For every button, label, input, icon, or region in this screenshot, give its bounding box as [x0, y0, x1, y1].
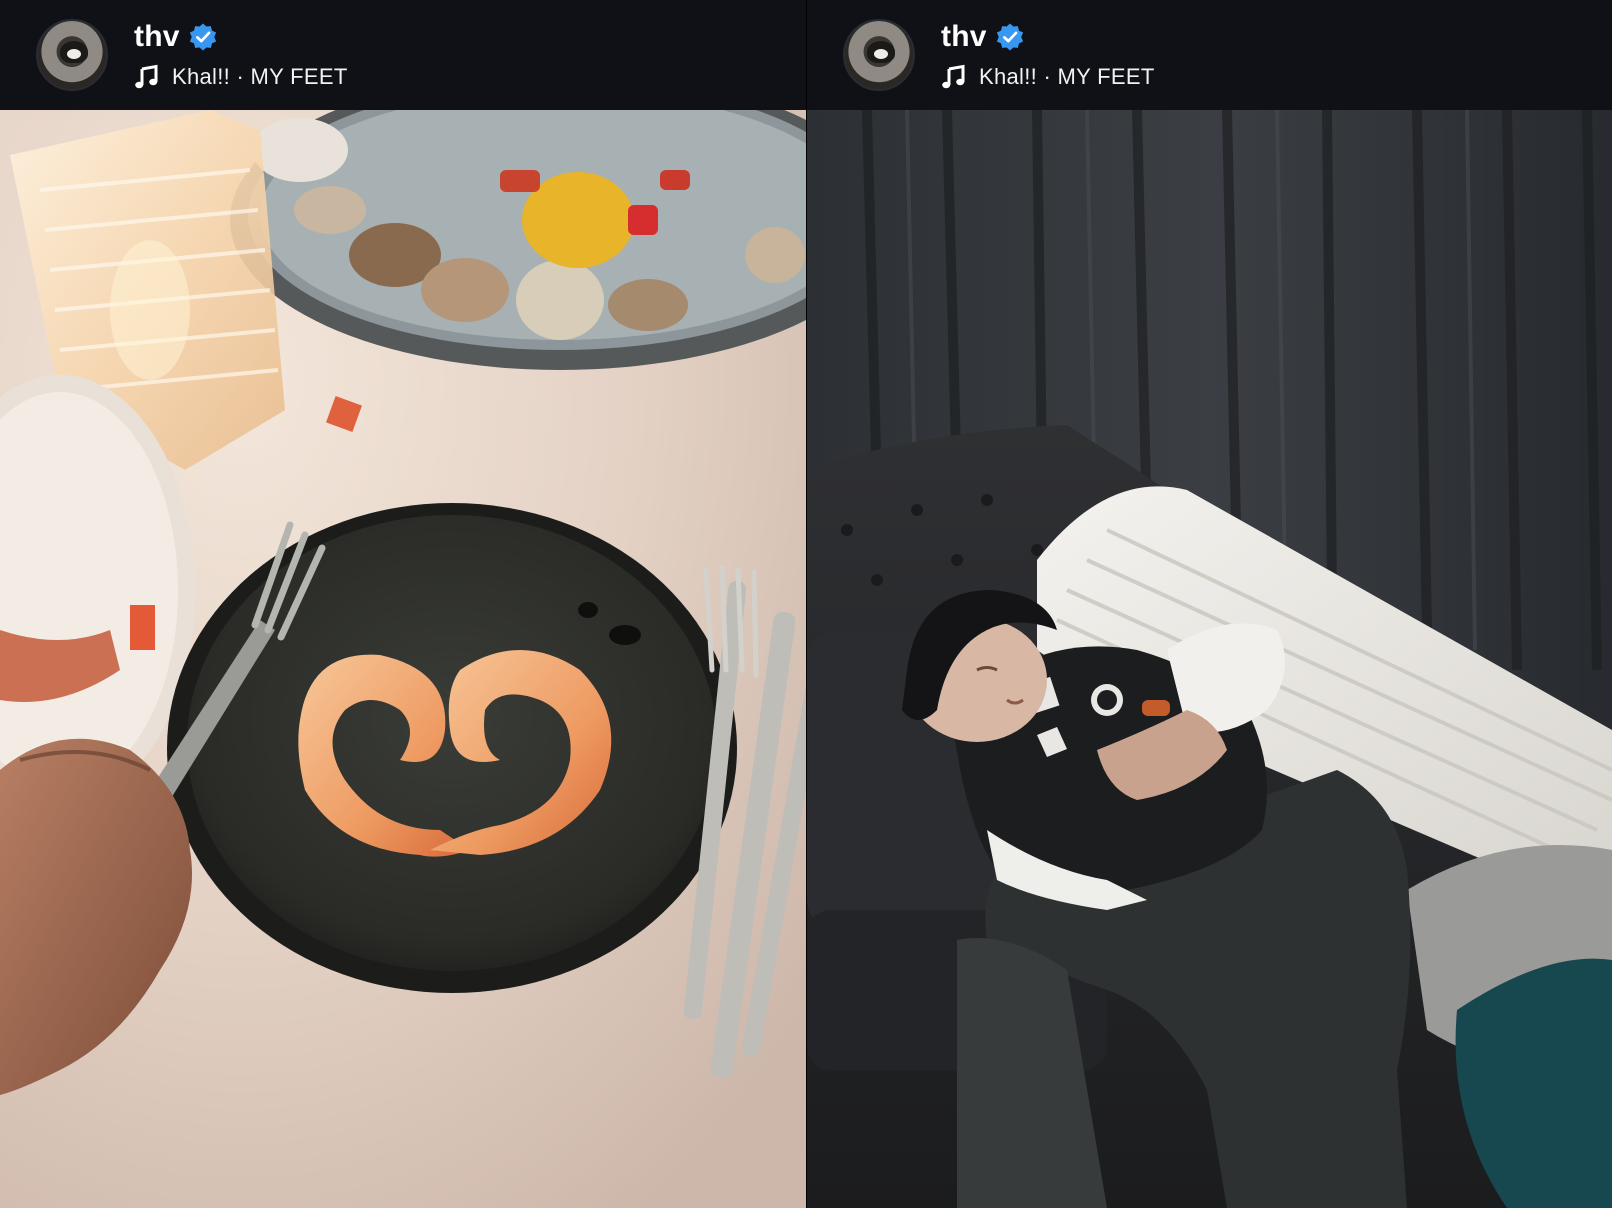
user-row: thv: [941, 20, 1155, 54]
username[interactable]: thv: [941, 20, 987, 54]
music-row[interactable]: Khal!! · MY FEET: [134, 64, 348, 90]
story-panel-right[interactable]: thv Khal!! · MY FEET: [807, 0, 1612, 1208]
profile-avatar[interactable]: [36, 19, 108, 91]
story-meta: thv Khal!! · MY FEET: [941, 20, 1155, 90]
story-header: thv Khal!! · MY FEET: [0, 0, 806, 110]
music-track-label: Khal!! · MY FEET: [979, 64, 1155, 89]
story-meta: thv Khal!! · MY FEET: [134, 20, 348, 90]
music-track-label: Khal!! · MY FEET: [172, 64, 348, 89]
sleeping-photo-illustration: [807, 110, 1612, 1208]
dinner-photo-illustration: [0, 110, 806, 1208]
story-photo-sleeping: [807, 110, 1612, 1208]
story-panel-left[interactable]: thv Khal!! · MY FEET: [0, 0, 806, 1208]
username[interactable]: thv: [134, 20, 180, 54]
verified-badge-icon: [996, 23, 1023, 51]
user-row: thv: [134, 20, 348, 54]
profile-avatar[interactable]: [843, 19, 915, 91]
verified-badge-icon: [189, 23, 216, 51]
music-note-icon: [135, 64, 158, 89]
story-photo-dinner: [0, 110, 806, 1208]
music-row[interactable]: Khal!! · MY FEET: [941, 64, 1155, 90]
story-header: thv Khal!! · MY FEET: [807, 0, 1612, 110]
music-note-icon: [942, 64, 965, 89]
